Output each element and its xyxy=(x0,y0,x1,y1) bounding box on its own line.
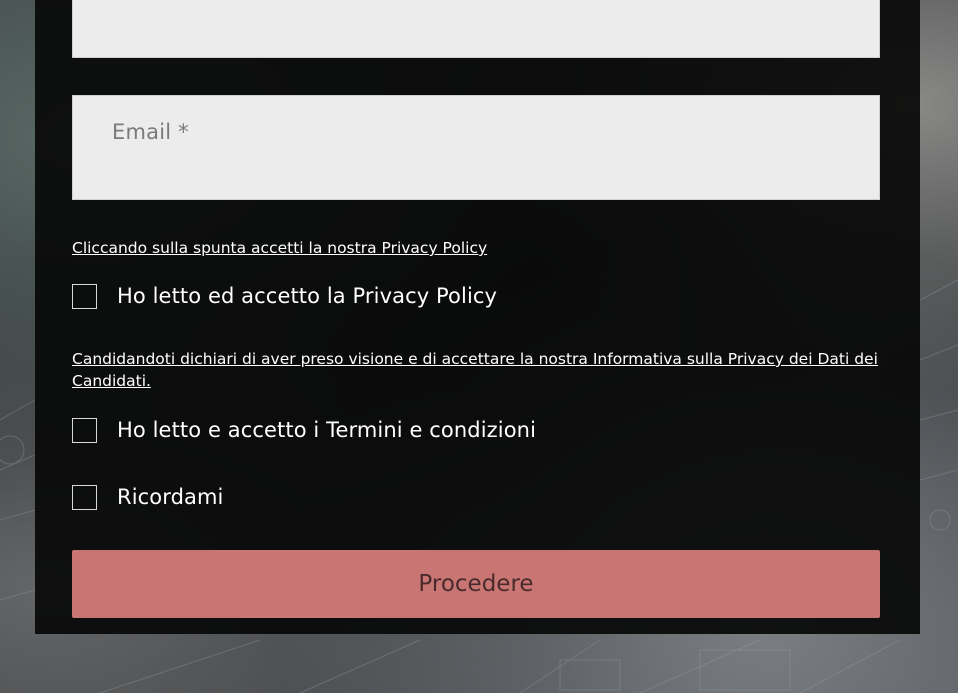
submit-button[interactable]: Procedere xyxy=(72,550,880,618)
remember-checkbox-label[interactable]: Ricordami xyxy=(117,485,223,509)
terms-checkbox[interactable] xyxy=(72,417,97,443)
candidate-privacy-link[interactable]: Candidandoti dichiari di aver preso visi… xyxy=(72,348,880,392)
email-placeholder: Email * xyxy=(112,120,189,144)
remember-checkbox-row[interactable]: Ricordami xyxy=(72,483,223,511)
privacy-checkbox-row[interactable]: Ho letto ed accetto la Privacy Policy xyxy=(72,282,497,310)
email-field[interactable]: Email * xyxy=(72,95,880,200)
form-panel: Email * Cliccando sulla spunta accetti l… xyxy=(35,0,920,634)
privacy-checkbox-label[interactable]: Ho letto ed accetto la Privacy Policy xyxy=(117,284,497,308)
terms-checkbox-row[interactable]: Ho letto e accetto i Termini e condizion… xyxy=(72,416,536,444)
name-field[interactable] xyxy=(72,0,880,58)
privacy-checkbox[interactable] xyxy=(72,283,97,309)
terms-checkbox-label[interactable]: Ho letto e accetto i Termini e condizion… xyxy=(117,418,536,442)
privacy-policy-link[interactable]: Cliccando sulla spunta accetti la nostra… xyxy=(72,237,880,259)
remember-checkbox[interactable] xyxy=(72,484,97,510)
